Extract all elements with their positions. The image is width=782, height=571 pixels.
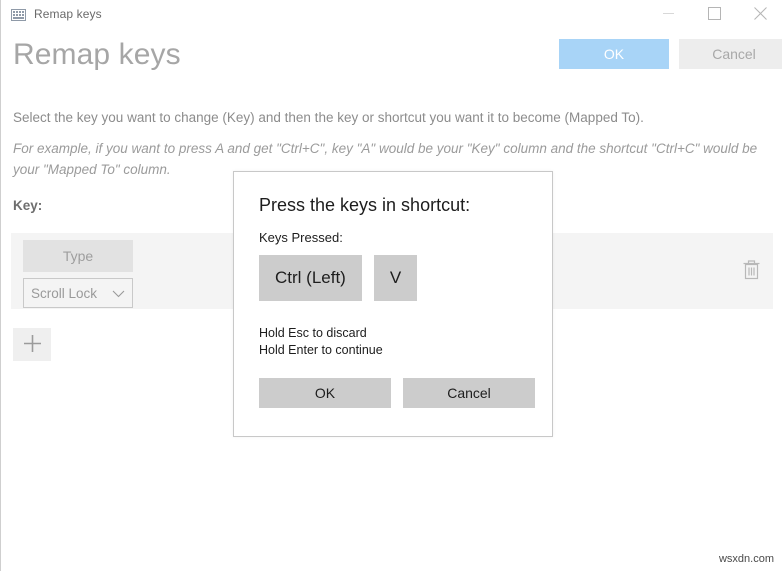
watermark: wsxdn.com xyxy=(718,553,774,565)
cancel-button[interactable]: Cancel xyxy=(679,39,782,69)
dialog-title: Press the keys in shortcut: xyxy=(259,195,471,215)
delete-row-button[interactable] xyxy=(736,256,766,286)
dialog-button-bar: OK Cancel xyxy=(259,378,535,408)
title-bar: Remap keys xyxy=(1,0,782,27)
shortcut-capture-dialog: Press the keys in shortcut: Keys Pressed… xyxy=(233,171,553,437)
window-controls xyxy=(645,0,782,27)
plus-icon xyxy=(23,334,42,356)
add-row-button[interactable] xyxy=(13,328,51,361)
remap-keys-window: Remap keys Remap keys OK Cancel Select t… xyxy=(0,0,782,571)
maximize-icon[interactable] xyxy=(691,0,737,27)
hint-continue: Hold Enter to continue xyxy=(259,343,383,357)
key-select-dropdown[interactable]: Scroll Lock xyxy=(23,278,133,308)
trash-icon xyxy=(742,259,761,283)
key-chip: Ctrl (Left) xyxy=(259,255,362,301)
ok-button[interactable]: OK xyxy=(559,39,669,69)
key-column-header: Key: xyxy=(13,198,43,213)
minimize-icon[interactable] xyxy=(645,0,691,27)
keys-pressed-list: Ctrl (Left) V xyxy=(259,255,418,301)
description-text: Select the key you want to change (Key) … xyxy=(13,110,644,125)
dialog-ok-button[interactable]: OK xyxy=(259,378,391,408)
type-button[interactable]: Type xyxy=(23,240,133,272)
key-select-value: Scroll Lock xyxy=(31,285,98,301)
title-bar-left: Remap keys xyxy=(1,0,102,27)
keyboard-icon xyxy=(11,8,26,21)
chevron-down-icon xyxy=(112,286,125,301)
dialog-hints: Hold Esc to discard Hold Enter to contin… xyxy=(259,325,383,359)
keys-pressed-label: Keys Pressed: xyxy=(259,230,343,245)
close-icon[interactable] xyxy=(737,0,782,27)
window-title: Remap keys xyxy=(34,6,102,21)
dialog-cancel-button[interactable]: Cancel xyxy=(403,378,535,408)
page-title: Remap keys xyxy=(13,38,181,71)
key-chip: V xyxy=(373,255,418,301)
hint-discard: Hold Esc to discard xyxy=(259,326,367,340)
